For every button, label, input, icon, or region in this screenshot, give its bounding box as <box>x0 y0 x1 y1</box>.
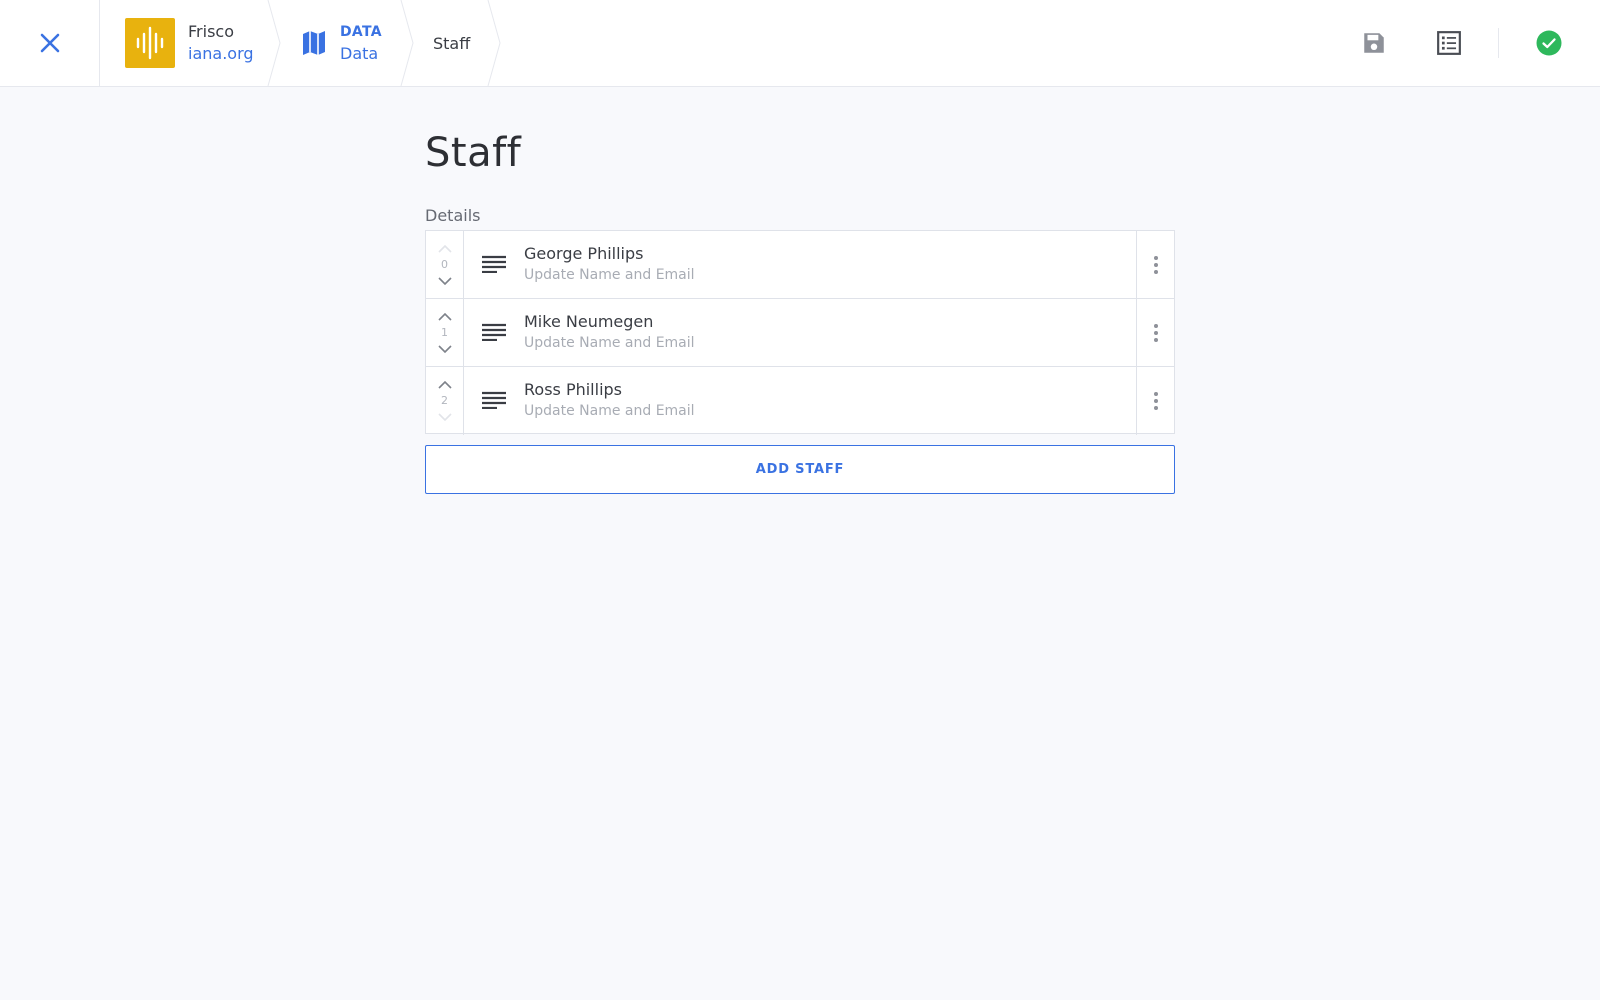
list-item: 0 George Phillips Update Name and Email <box>426 231 1174 299</box>
row-edit-link[interactable]: George Phillips Update Name and Email <box>524 243 695 285</box>
move-up-button[interactable] <box>437 377 452 393</box>
list-item: 1 Mike Neumegen Update Name and Email <box>426 299 1174 367</box>
close-button[interactable] <box>0 0 100 86</box>
list-view-icon <box>1437 31 1461 55</box>
page-title: Staff <box>425 130 522 176</box>
collection-type: DATA <box>340 24 382 40</box>
header-divider <box>1498 28 1499 58</box>
breadcrumb-site[interactable]: Frisco iana.org <box>125 0 254 86</box>
row-menu-button[interactable] <box>1136 367 1174 435</box>
row-name: George Phillips <box>524 244 644 263</box>
more-vertical-icon <box>1153 392 1158 410</box>
top-bar: Frisco iana.org DATA Data Staff <box>0 0 1600 87</box>
more-vertical-icon <box>1153 323 1158 342</box>
breadcrumb-separator <box>267 0 281 86</box>
row-subtitle: Update Name and Email <box>524 335 695 351</box>
site-name: Frisco <box>188 22 234 41</box>
row-menu-button[interactable] <box>1136 299 1174 366</box>
breadcrumb-current: Staff <box>433 33 471 53</box>
more-vertical-icon <box>1153 255 1158 274</box>
staff-list: 0 George Phillips Update Name and Email … <box>425 230 1175 435</box>
status-button[interactable] <box>1519 0 1579 86</box>
chevron-up-icon <box>437 244 452 253</box>
row-sorter: 2 <box>426 367 464 435</box>
row-menu-button[interactable] <box>1136 231 1174 298</box>
row-name: Mike Neumegen <box>524 312 654 331</box>
row-edit-link[interactable]: Mike Neumegen Update Name and Email <box>524 311 695 353</box>
breadcrumb-separator <box>487 0 501 86</box>
chevron-down-icon <box>437 413 452 421</box>
lines-icon <box>482 255 506 273</box>
map-icon <box>302 30 326 56</box>
row-index: 2 <box>441 394 448 407</box>
add-staff-button[interactable]: ADD STAFF <box>425 445 1175 494</box>
row-subtitle: Update Name and Email <box>524 267 695 283</box>
list-item: 2 Ross Phillips Update Name and Email <box>426 367 1174 435</box>
section-label: Details <box>425 206 481 225</box>
save-icon <box>1364 33 1384 53</box>
row-name: Ross Phillips <box>524 380 623 399</box>
row-index: 1 <box>441 325 448 339</box>
collection-name: Data <box>340 44 379 63</box>
close-icon <box>40 33 59 53</box>
row-sorter: 0 <box>426 231 464 298</box>
move-down-button[interactable] <box>437 273 452 289</box>
chevron-down-icon <box>437 344 452 353</box>
chevron-up-icon <box>437 312 452 321</box>
row-subtitle: Update Name and Email <box>524 403 695 419</box>
lines-icon <box>482 323 506 341</box>
save-button[interactable] <box>1344 0 1404 86</box>
list-view-button[interactable] <box>1419 0 1479 86</box>
row-sorter: 1 <box>426 299 464 366</box>
move-up-button[interactable] <box>437 309 452 325</box>
move-up-button[interactable] <box>437 241 452 257</box>
chevron-up-icon <box>437 381 452 389</box>
site-domain: iana.org <box>188 44 254 63</box>
row-index: 0 <box>441 257 448 271</box>
move-down-button[interactable] <box>437 409 452 425</box>
check-circle-icon <box>1536 30 1562 56</box>
site-logo-icon <box>125 18 175 68</box>
breadcrumb-collection[interactable]: DATA Data <box>302 0 382 86</box>
move-down-button[interactable] <box>437 341 452 357</box>
lines-icon <box>482 391 506 409</box>
chevron-down-icon <box>437 276 452 285</box>
row-edit-link[interactable]: Ross Phillips Update Name and Email <box>524 379 695 421</box>
breadcrumb-separator <box>400 0 414 86</box>
